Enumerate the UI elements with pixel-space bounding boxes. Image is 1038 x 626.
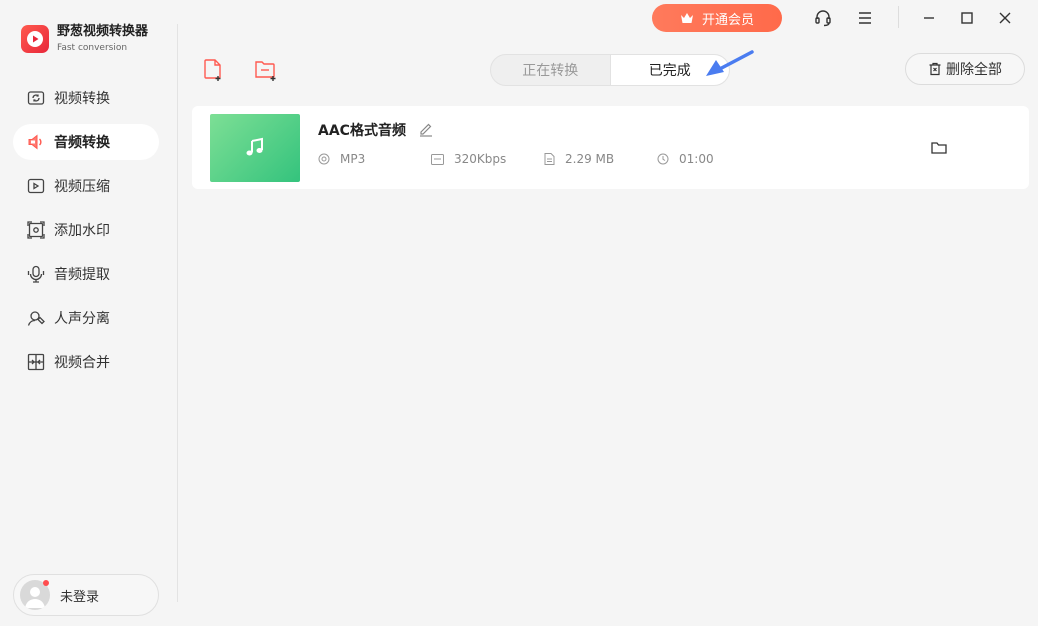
audio-extract-icon [26,264,46,284]
clock-icon [657,153,669,165]
video-merge-icon [26,352,46,372]
file-list-item[interactable]: AAC格式音频 MP3 320Kbps 2.29 MB 01:00 [192,106,1029,189]
sidebar-item-watermark[interactable]: 添加水印 [13,212,159,248]
sidebar-item-label: 视频转换 [54,91,110,107]
crown-icon [680,13,693,23]
status-tab-group: 正在转换 已完成 [490,54,730,86]
add-file-icon[interactable] [202,58,226,82]
menu-icon[interactable] [855,8,875,28]
support-headset-icon[interactable] [813,8,833,28]
vip-button[interactable]: 开通会员 [652,4,782,32]
app-logo: 野葱视频转换器 Fast conversion [21,24,148,54]
watermark-icon [26,220,46,240]
notification-dot [43,580,49,586]
sidebar-item-video-compress[interactable]: 视频压缩 [13,168,159,204]
sidebar-item-audio-convert[interactable]: 音频转换 [13,124,159,160]
sidebar-item-label: 音频提取 [54,267,110,283]
size-value: 2.29 MB [565,152,615,166]
delete-all-button[interactable]: 删除全部 [905,53,1025,85]
vocal-separate-icon [26,308,46,328]
maximize-icon[interactable] [957,8,977,28]
file-format: MP3 [318,152,365,166]
sidebar-item-video-merge[interactable]: 视频合并 [13,344,159,380]
sidebar-item-label: 视频合并 [54,355,110,371]
duration-value: 01:00 [679,152,714,166]
minimize-icon[interactable] [919,8,939,28]
window-controls-divider [898,6,899,28]
add-folder-icon[interactable] [254,58,278,82]
audio-thumbnail [210,114,300,182]
user-login-button[interactable]: 未登录 [13,574,159,616]
close-icon[interactable] [995,8,1015,28]
format-value: MP3 [340,152,366,166]
tab-converting[interactable]: 正在转换 [491,55,610,85]
video-compress-icon [26,176,46,196]
app-subtitle: Fast conversion [57,43,128,53]
video-convert-icon [26,88,46,108]
bitrate-icon [431,153,444,165]
rename-edit-icon[interactable] [418,121,434,137]
sidebar-item-vocal-separate[interactable]: 人声分离 [13,300,159,336]
file-bitrate: 320Kbps [431,152,506,166]
file-size: 2.29 MB [544,152,614,166]
file-size-icon [544,153,555,165]
app-title: 野葱视频转换器 [57,24,149,39]
music-note-icon [246,137,263,156]
sidebar-item-label: 添加水印 [54,223,110,239]
play-logo-icon [21,25,49,53]
sidebar-nav: 视频转换 音频转换 视频压缩 添加水印 音频提取 人声分离 视频合并 [13,80,159,388]
sidebar-item-video-convert[interactable]: 视频转换 [13,80,159,116]
app-window: 野葱视频转换器 Fast conversion 视频转换 音频转换 视频压缩 添… [0,0,1038,626]
sidebar-item-audio-extract[interactable]: 音频提取 [13,256,159,292]
delete-all-label: 删除全部 [946,62,1002,78]
file-name: AAC格式音频 [318,123,406,139]
trash-icon [929,62,941,76]
file-duration: 01:00 [657,152,714,166]
pointer-arrow-annotation [706,50,754,76]
user-status-label: 未登录 [60,589,100,605]
vip-label: 开通会员 [701,12,754,28]
sidebar-divider [177,24,178,602]
bitrate-value: 320Kbps [454,152,507,166]
open-folder-icon[interactable] [930,139,948,157]
sidebar-item-label: 视频压缩 [54,179,110,195]
sidebar-item-label: 人声分离 [54,311,110,327]
sidebar-item-label: 音频转换 [54,135,110,151]
audio-convert-icon [26,132,46,152]
format-icon [318,153,330,165]
sidebar: 野葱视频转换器 Fast conversion 视频转换 音频转换 视频压缩 添… [0,0,178,626]
